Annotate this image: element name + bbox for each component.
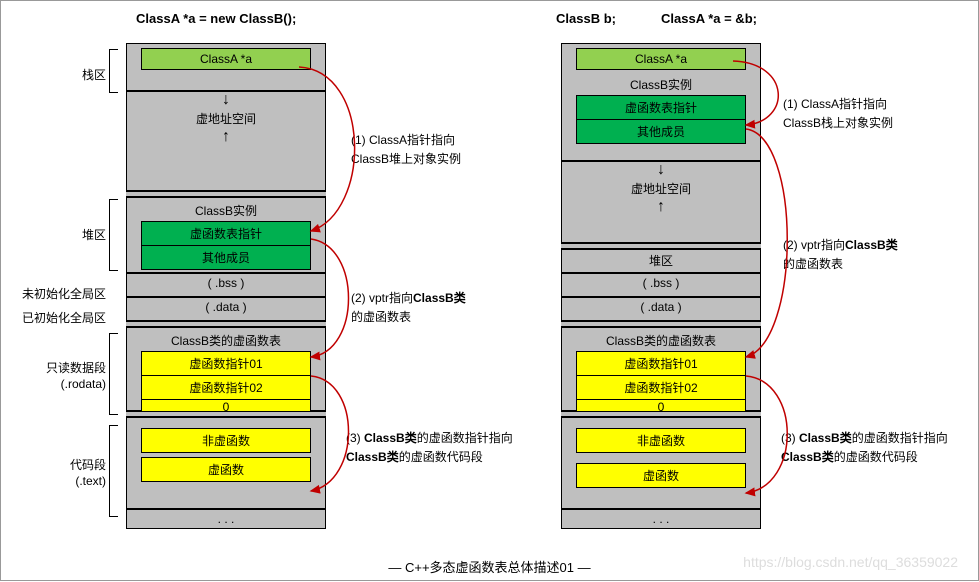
seg-vspace-l: ↓ 虚地址空间 ↑ (126, 91, 326, 191)
seg-dots-r: . . . (561, 509, 761, 529)
cell-vptr-l: 虚函数表指针 (141, 221, 311, 246)
n: ClassB类 (845, 238, 898, 252)
bss-r: ( .bss ) (562, 274, 760, 292)
cell-ptr-l: ClassA *a (141, 48, 311, 70)
arrow-up-icon: ↑ (562, 199, 760, 215)
instance-r: ClassB实例 (562, 74, 760, 95)
n: (3) (781, 431, 799, 445)
nonvf-r: 非虚函数 (576, 428, 746, 453)
title-right1: ClassB b; (556, 11, 616, 26)
nonvf-l: 非虚函数 (141, 428, 311, 453)
cell-vptr-r: 虚函数表指针 (576, 95, 746, 120)
label-bss: 未初始化全局区 (6, 285, 106, 302)
n: 的虚函数表 (351, 310, 411, 324)
seg-rodata-r: ClassB类的虚函数表 虚函数指针01 虚函数指针02 0 (561, 327, 761, 411)
n: 的虚函数代码段 (399, 450, 483, 464)
seg-text-l: 非虚函数 虚函数 (126, 417, 326, 509)
n: 的虚函数指针指向 (417, 431, 513, 445)
note-l3: (3) ClassB类的虚函数指针指向 ClassB类的虚函数代码段 (346, 429, 513, 467)
memory-left: ClassA *a ↓ 虚地址空间 ↑ ClassB实例 虚函数表指针 其他成员… (126, 43, 326, 529)
n: ClassB堆上对象实例 (351, 152, 461, 166)
n: ClassB类 (413, 291, 466, 305)
seg-rodata-l: ClassB类的虚函数表 虚函数指针01 虚函数指针02 0 (126, 327, 326, 411)
diagram-canvas: ClassA *a = new ClassB(); ClassB b; Clas… (0, 0, 979, 581)
n: (3) (346, 431, 364, 445)
label-rodata1: 只读数据段 (11, 359, 106, 376)
n: ClassB类 (364, 431, 417, 445)
title-left: ClassA *a = new ClassB(); (136, 11, 296, 26)
label-heap: 堆区 (11, 226, 106, 243)
seg-heap-r: 堆区 (561, 249, 761, 273)
arrow-up-icon: ↑ (127, 129, 325, 145)
arrow-down-icon: ↓ (127, 92, 325, 108)
vfp2-r: 虚函数指针02 (576, 376, 746, 400)
vf-l: 虚函数 (141, 457, 311, 482)
brace-heap (109, 199, 118, 271)
n: (1) ClassA指针指向 (351, 133, 455, 147)
n: (2) vptr指向 (783, 238, 845, 252)
note-r1: (1) ClassA指针指向 ClassB栈上对象实例 (783, 95, 893, 133)
heap-r: 堆区 (562, 250, 760, 271)
brace-stack (109, 49, 118, 93)
note-r3: (3) ClassB类的虚函数指针指向 ClassB类的虚函数代码段 (781, 429, 948, 467)
label-text1: 代码段 (11, 456, 106, 473)
seg-heap-l: ClassB实例 虚函数表指针 其他成员 (126, 197, 326, 273)
n: ClassB栈上对象实例 (783, 116, 893, 130)
n: ClassB类 (346, 450, 399, 464)
seg-bss-r: ( .bss ) (561, 273, 761, 297)
vspace-l: 虚地址空间 (127, 108, 325, 129)
n: (1) ClassA指针指向 (783, 97, 887, 111)
bss-l: ( .bss ) (127, 274, 325, 292)
note-r2: (2) vptr指向ClassB类 的虚函数表 (783, 236, 898, 274)
note-l1: (1) ClassA指针指向 ClassB堆上对象实例 (351, 131, 461, 169)
label-rodata2: (.rodata) (11, 377, 106, 391)
note-l2: (2) vptr指向ClassB类 的虚函数表 (351, 289, 466, 327)
cell-ptr-r: ClassA *a (576, 48, 746, 70)
vfp1-r: 虚函数指针01 (576, 351, 746, 376)
arrow-down-icon: ↓ (562, 162, 760, 178)
vtable-r: ClassB类的虚函数表 (562, 330, 760, 351)
vtable-l: ClassB类的虚函数表 (127, 330, 325, 351)
seg-dots-l: . . . (126, 509, 326, 529)
brace-rodata (109, 333, 118, 415)
seg-stack-l: ClassA *a (126, 43, 326, 91)
seg-stack-r: ClassA *a ClassB实例 虚函数表指针 其他成员 (561, 43, 761, 161)
vspace-r: 虚地址空间 (562, 178, 760, 199)
label-text2: (.text) (11, 474, 106, 488)
data-l: ( .data ) (127, 298, 325, 316)
n: 的虚函数指针指向 (852, 431, 948, 445)
n: 的虚函数表 (783, 257, 843, 271)
vfp2-l: 虚函数指针02 (141, 376, 311, 400)
seg-text-r: 非虚函数 虚函数 (561, 417, 761, 509)
brace-text (109, 425, 118, 517)
title-right2: ClassA *a = &b; (661, 11, 757, 26)
cell-members-l: 其他成员 (141, 246, 311, 270)
vfp1-l: 虚函数指针01 (141, 351, 311, 376)
label-stack: 栈区 (11, 66, 106, 83)
seg-data-l: ( .data ) (126, 297, 326, 321)
dots-l: . . . (127, 510, 325, 528)
n: ClassB类 (799, 431, 852, 445)
seg-data-r: ( .data ) (561, 297, 761, 321)
n: 的虚函数代码段 (834, 450, 918, 464)
data-r: ( .data ) (562, 298, 760, 316)
n: ClassB类 (781, 450, 834, 464)
seg-vspace-r: ↓ 虚地址空间 ↑ (561, 161, 761, 243)
cell-members-r: 其他成员 (576, 120, 746, 144)
n: (2) vptr指向 (351, 291, 413, 305)
instance-l: ClassB实例 (127, 200, 325, 221)
memory-right: ClassA *a ClassB实例 虚函数表指针 其他成员 ↓ 虚地址空间 ↑… (561, 43, 761, 529)
label-data: 已初始化全局区 (6, 309, 106, 326)
vf-r: 虚函数 (576, 463, 746, 488)
seg-bss-l: ( .bss ) (126, 273, 326, 297)
watermark: https://blog.csdn.net/qq_36359022 (743, 554, 958, 570)
dots-r: . . . (562, 510, 760, 528)
